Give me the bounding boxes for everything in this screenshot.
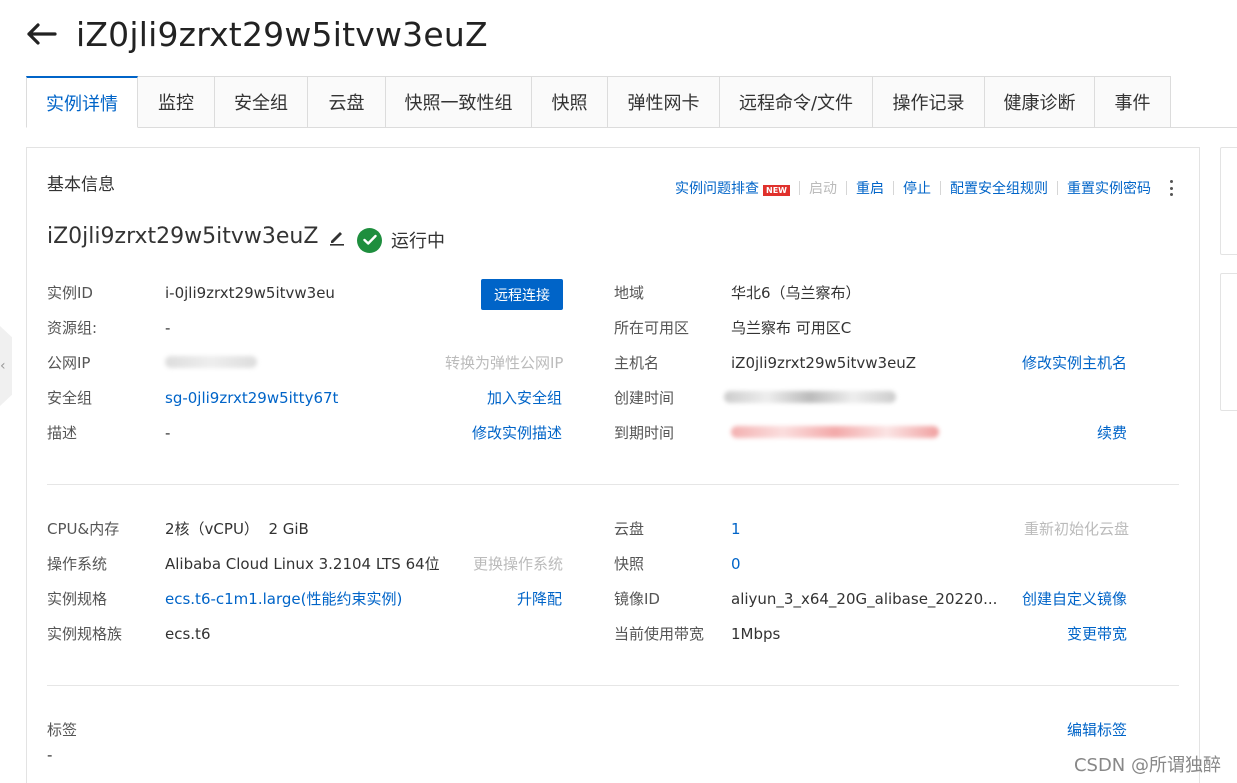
instance-id-label: 实例ID xyxy=(47,284,93,302)
check-circle-icon xyxy=(357,227,382,253)
restart-button[interactable]: 重启 xyxy=(856,178,884,198)
tags-value: - xyxy=(47,746,53,764)
description-label: 描述 xyxy=(47,424,78,442)
instance-family-label: 实例规格族 xyxy=(47,625,123,643)
disk-count-link[interactable]: 1 xyxy=(731,519,741,539)
cpu-mem-label: CPU&内存 xyxy=(47,520,120,538)
instance-type-label: 实例规格 xyxy=(47,590,108,608)
hostname-value: iZ0jli9zrxt29w5itvw3euZ xyxy=(731,354,917,372)
remote-connect-button[interactable]: 远程连接 xyxy=(481,279,563,310)
instance-name: iZ0jli9zrxt29w5itvw3euZ xyxy=(47,224,319,249)
tab-health-diagnosis[interactable]: 健康诊断 xyxy=(985,76,1095,128)
section-divider xyxy=(47,484,1179,485)
security-group-label: 安全组 xyxy=(47,389,93,407)
region-label: 地域 xyxy=(614,284,645,302)
expires-redacted xyxy=(731,423,939,443)
status-text: 运行中 xyxy=(391,231,445,252)
instance-type-link[interactable]: ecs.t6-c1m1.large(性能约束实例) xyxy=(165,589,402,609)
resource-group-value: - xyxy=(165,319,171,337)
os-label: 操作系统 xyxy=(47,555,108,573)
section-divider xyxy=(47,685,1179,686)
resource-group-label: 资源组: xyxy=(47,319,98,337)
status-indicator: 运行中 xyxy=(357,227,445,253)
region-value: 华北6（乌兰察布） xyxy=(731,284,861,302)
renew-link[interactable]: 续费 xyxy=(1097,423,1127,443)
instance-family-value: ecs.t6 xyxy=(165,625,211,643)
tab-operation-logs[interactable]: 操作记录 xyxy=(873,76,985,128)
tabs-underline xyxy=(1169,127,1237,128)
change-bandwidth-link[interactable]: 变更带宽 xyxy=(1067,624,1127,644)
zone-value: 乌兰察布 可用区C xyxy=(731,319,852,337)
tab-bar: 实例详情 监控 安全组 云盘 快照一致性组 快照 弹性网卡 远程命令/文件 操作… xyxy=(26,76,1171,128)
divider xyxy=(940,181,941,195)
edit-hostname-link[interactable]: 修改实例主机名 xyxy=(1022,353,1127,373)
tab-monitor[interactable]: 监控 xyxy=(138,76,215,128)
tab-snapshots[interactable]: 快照 xyxy=(532,76,608,128)
convert-eip-link[interactable]: 转换为弹性公网IP xyxy=(445,353,563,373)
join-sg-link[interactable]: 加入安全组 xyxy=(487,388,562,408)
tab-snapshot-consistency-group[interactable]: 快照一致性组 xyxy=(386,76,532,128)
troubleshoot-link[interactable]: 实例问题排查 NEW xyxy=(675,178,790,198)
instance-name-row: iZ0jli9zrxt29w5itvw3euZ xyxy=(47,224,346,249)
public-ip-label: 公网IP xyxy=(47,354,91,372)
disk-label: 云盘 xyxy=(614,520,645,538)
os-value: Alibaba Cloud Linux 3.2104 LTS 64位 xyxy=(165,555,440,573)
edit-tags-link[interactable]: 编辑标签 xyxy=(1067,720,1127,740)
page-header: iZ0jli9zrxt29w5itvw3euZ xyxy=(24,12,488,56)
config-sg-rules-link[interactable]: 配置安全组规则 xyxy=(950,178,1048,198)
reset-password-link[interactable]: 重置实例密码 xyxy=(1067,178,1151,198)
divider xyxy=(893,181,894,195)
expires-label: 到期时间 xyxy=(614,424,675,442)
edit-description-link[interactable]: 修改实例描述 xyxy=(472,423,562,443)
side-panel-bottom xyxy=(1220,273,1237,411)
image-id-label: 镜像ID xyxy=(614,590,660,608)
image-id-value: aliyun_3_x64_20G_alibase_20220... xyxy=(731,590,998,608)
instance-id-value: i-0jli9zrxt29w5itvw3eu xyxy=(165,284,335,302)
more-vertical-icon[interactable] xyxy=(1168,180,1174,196)
create-image-link[interactable]: 创建自定义镜像 xyxy=(1022,589,1127,609)
reinit-disk-link[interactable]: 重新初始化云盘 xyxy=(1024,519,1129,539)
tab-remote-commands[interactable]: 远程命令/文件 xyxy=(720,76,873,128)
resize-link[interactable]: 升降配 xyxy=(517,589,562,609)
troubleshoot-label: 实例问题排查 xyxy=(675,181,760,197)
cpu-mem-value: 2核（vCPU） 2 GiB xyxy=(165,520,309,538)
tags-label: 标签 xyxy=(47,721,78,739)
divider xyxy=(846,181,847,195)
change-os-link[interactable]: 更换操作系统 xyxy=(473,554,563,574)
action-bar: 实例问题排查 NEW 启动 重启 停止 配置安全组规则 重置实例密码 xyxy=(675,178,1151,198)
start-button[interactable]: 启动 xyxy=(809,178,837,198)
snapshot-count-link[interactable]: 0 xyxy=(731,554,741,574)
security-group-link[interactable]: sg-0jli9zrxt29w5itty67t xyxy=(165,388,338,408)
created-label: 创建时间 xyxy=(614,389,675,407)
stop-button[interactable]: 停止 xyxy=(903,178,931,198)
tab-instance-details[interactable]: 实例详情 xyxy=(26,76,138,128)
zone-label: 所在可用区 xyxy=(614,319,690,337)
chevron-left-icon: ‹ xyxy=(0,358,6,374)
new-badge: NEW xyxy=(763,185,790,196)
watermark: CSDN @所谓独醉 xyxy=(1073,755,1221,776)
side-panel-top xyxy=(1220,147,1237,255)
back-arrow-icon[interactable] xyxy=(24,17,58,51)
created-redacted xyxy=(724,388,896,408)
bandwidth-value: 1Mbps xyxy=(731,625,781,643)
snapshot-label: 快照 xyxy=(614,555,645,573)
tab-disks[interactable]: 云盘 xyxy=(308,76,386,128)
page-title: iZ0jli9zrxt29w5itvw3euZ xyxy=(76,14,488,54)
tab-events[interactable]: 事件 xyxy=(1095,76,1171,128)
tab-eni[interactable]: 弹性网卡 xyxy=(608,76,720,128)
collapse-handle[interactable]: ‹ xyxy=(0,326,12,406)
section-title: 基本信息 xyxy=(47,175,115,195)
bandwidth-label: 当前使用带宽 xyxy=(614,625,705,643)
hostname-label: 主机名 xyxy=(614,354,660,372)
edit-pencil-icon[interactable] xyxy=(328,228,346,246)
divider xyxy=(799,181,800,195)
divider xyxy=(1057,181,1058,195)
tab-security-group[interactable]: 安全组 xyxy=(215,76,308,128)
public-ip-redacted xyxy=(165,353,257,373)
description-value: - xyxy=(165,424,171,442)
